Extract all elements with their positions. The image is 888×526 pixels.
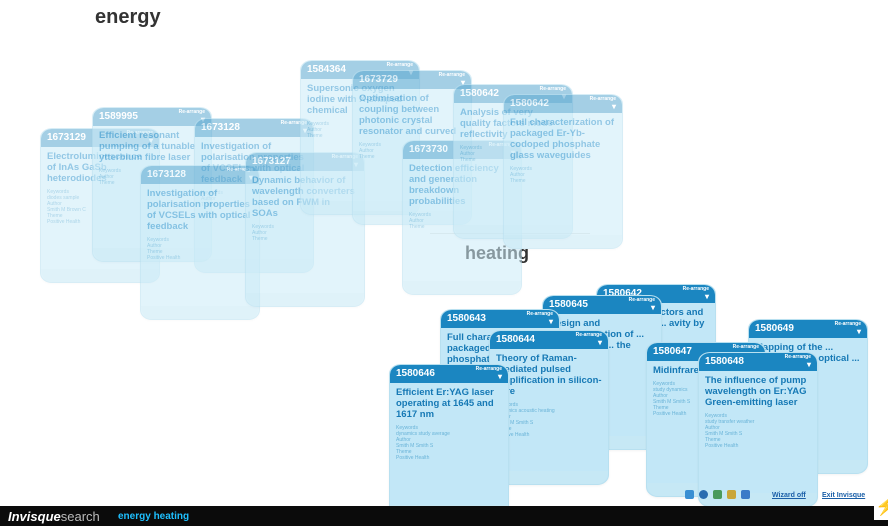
card-meta-block: Keywords dynamics study average Author Smit… xyxy=(390,422,508,461)
taskbar: Invisquesearch energy heating xyxy=(0,506,888,526)
card-id: 1580647 xyxy=(653,346,692,357)
card-title[interactable]: Investigation of polarisation properties… xyxy=(141,184,259,234)
card-title[interactable]: Full characterization of packaged Er-Yb-… xyxy=(504,113,622,163)
card-header[interactable]: 1673729 Re-arrange xyxy=(353,71,471,89)
card-meta-block: Keywords Author Theme Positive Health xyxy=(141,234,259,261)
folder-icon[interactable] xyxy=(741,490,750,499)
card-id: 1673128 xyxy=(147,169,186,180)
result-card[interactable]: 1673128Re-arrangeInvestigation of polari… xyxy=(140,165,260,320)
app-brand: Invisquesearch xyxy=(8,509,100,524)
card-header[interactable]: 1580643 Re-arrange xyxy=(441,310,559,328)
card-header[interactable]: 1580648 Re-arrange xyxy=(699,353,817,371)
people-icon[interactable] xyxy=(713,490,722,499)
result-card[interactable]: 1580646 Re-arrange Efficient Er:YAG laser … xyxy=(389,364,509,519)
card-options-menu[interactable]: Re-arrange xyxy=(476,366,502,381)
card-id: 1589995 xyxy=(99,111,138,122)
card-id: 1673128 xyxy=(201,122,240,133)
logo-icon: ⚡ xyxy=(874,496,888,520)
card-header[interactable]: 1580644 Re-arrange xyxy=(490,331,608,349)
card-options-menu[interactable]: Re-arrange xyxy=(785,354,811,369)
search-query[interactable]: energy heating xyxy=(118,511,189,522)
result-card[interactable]: 1580642 Re-arrange Full characterization o… xyxy=(503,94,623,249)
result-card[interactable]: 1580648 Re-arrange The influence of pump w… xyxy=(698,352,818,507)
card-id: 1584364 xyxy=(307,64,346,75)
card-meta: Theme xyxy=(510,178,526,184)
card-id: 1673127 xyxy=(252,156,291,167)
card-meta: Positive Health xyxy=(396,455,430,461)
card-id: 1580646 xyxy=(396,368,435,379)
card-header[interactable]: 1580642 Re-arrange xyxy=(504,95,622,113)
card-header[interactable]: 1580649 Re-arrange xyxy=(749,320,867,338)
card-meta-block: KeywordsAuthorTheme xyxy=(246,221,364,242)
card-id: 1673129 xyxy=(47,132,86,143)
brand-bold: Invisque xyxy=(8,509,61,524)
brand-light: search xyxy=(60,509,100,524)
card-id: 1580649 xyxy=(755,323,794,334)
card-meta: Positive Health xyxy=(147,255,181,261)
card-options-menu[interactable]: Re-arrange xyxy=(835,321,861,336)
group-label-energy: energy xyxy=(95,6,161,28)
card-header[interactable]: 1589995 Re-arrange xyxy=(93,108,211,126)
group-icon[interactable] xyxy=(685,490,694,499)
wizard-off-link[interactable]: Wizard off xyxy=(772,492,806,499)
bulb-icon[interactable] xyxy=(727,490,736,499)
card-options-menu[interactable]: Re-arrange xyxy=(590,96,616,111)
card-options-menu[interactable]: Re-arrange xyxy=(683,286,709,301)
card-meta-block: KeywordsAuthorTheme xyxy=(504,163,622,184)
card-id: 1580644 xyxy=(496,334,535,345)
card-id: 1580642 xyxy=(510,98,549,109)
card-id: 1580645 xyxy=(549,299,588,310)
card-id: 1673729 xyxy=(359,74,398,85)
card-header[interactable]: 1580645 Re-arrange xyxy=(543,296,661,314)
card-options-menu[interactable]: Re-arrange xyxy=(527,311,553,326)
card-meta: Positive Health xyxy=(496,432,530,438)
card-options-menu[interactable]: Re-arrange xyxy=(576,332,602,347)
card-meta: Theme xyxy=(252,236,268,242)
card-title[interactable]: Efficient Er:YAG laser operating at 1645… xyxy=(390,383,508,422)
card-id: 1673730 xyxy=(409,144,448,155)
card-header[interactable]: 1673128 Re-arrange xyxy=(141,166,259,184)
card-header[interactable]: 1673128 Re-arrange xyxy=(195,119,313,137)
card-title[interactable]: The influence of pump wavelength on Er:Y… xyxy=(699,371,817,410)
card-meta-block: Keywords study transfer weather Author Smit… xyxy=(699,410,817,449)
card-id: 1580648 xyxy=(705,356,744,367)
card-id: 1580642 xyxy=(460,88,499,99)
card-header[interactable]: 1580646 Re-arrange xyxy=(390,365,508,383)
chart-icon[interactable] xyxy=(699,490,708,499)
exit-link[interactable]: Exit Invisque xyxy=(822,492,865,499)
card-options-menu[interactable]: Re-arrange xyxy=(629,297,655,312)
card-meta: Positive Health xyxy=(705,443,739,449)
card-id: 1580643 xyxy=(447,313,486,324)
